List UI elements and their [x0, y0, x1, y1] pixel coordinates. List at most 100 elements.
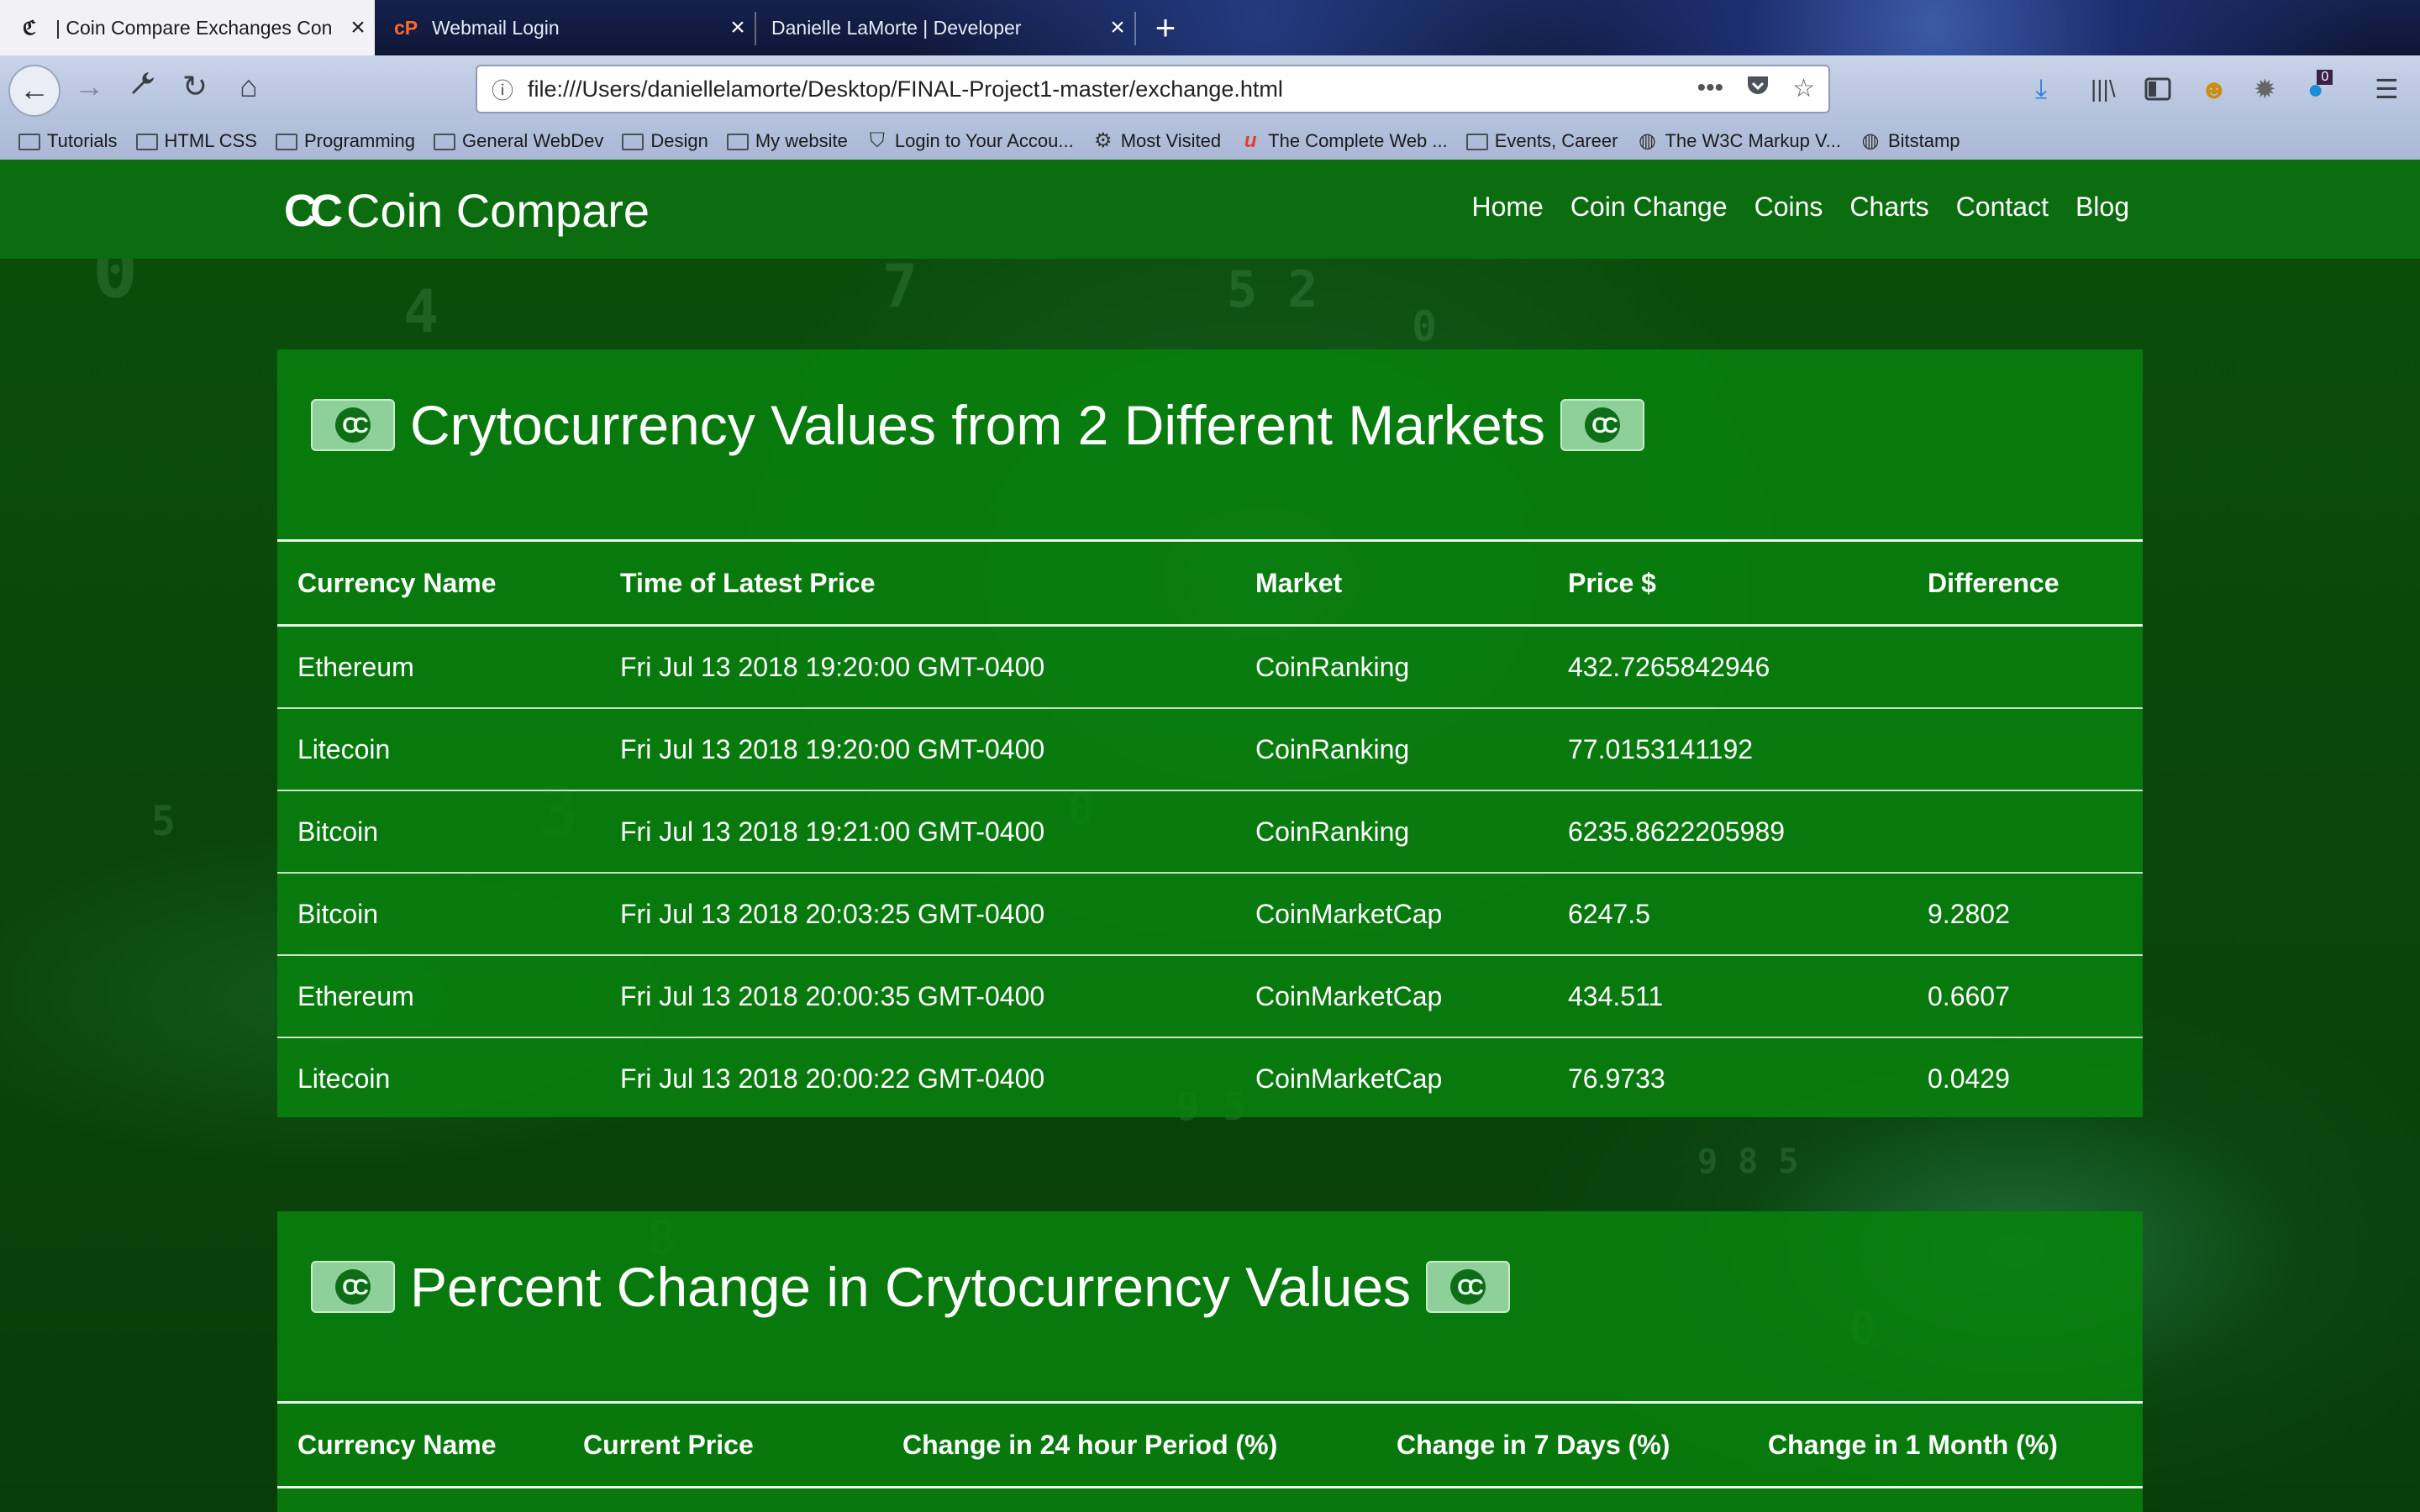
folder-icon: [726, 134, 749, 150]
nav-link-contact[interactable]: Contact: [1956, 192, 2049, 223]
bookmark-login-account[interactable]: ⛉ Login to Your Accou...: [866, 130, 1074, 152]
background-digit-decoration: 9 8 5: [1697, 1142, 1799, 1181]
background-digit-decoration: 5 2: [1227, 260, 1318, 319]
nav-link-charts[interactable]: Charts: [1849, 192, 1928, 223]
extension-gear-icon[interactable]: ✹: [2254, 67, 2276, 111]
cell-time: Fri Jul 13 2018 20:00:35 GMT-0400: [600, 955, 1235, 1038]
bookmark-label: Bitstamp: [1887, 130, 1960, 151]
percent-change-title: Percent Change in Crytocurrency Values: [410, 1256, 1412, 1318]
browser-tab-developer[interactable]: Danielle LaMorte | Developer ×: [756, 0, 1134, 55]
nav-link-home[interactable]: Home: [1471, 192, 1543, 223]
column-header: Currency Name: [277, 1401, 563, 1488]
table-row: Ethereum Fri Jul 13 2018 20:00:35 GMT-04…: [277, 955, 2143, 1038]
cell-difference: 9.2802: [1907, 873, 2143, 956]
column-header: Market: [1235, 539, 1548, 627]
cell-difference: 0.6607: [1907, 955, 2143, 1038]
cell-price: 434.511: [1548, 955, 1907, 1038]
cell-time: Fri Jul 13 2018 20:00:22 GMT-0400: [620, 1063, 1045, 1094]
bookmark-label: Design: [650, 130, 708, 151]
browser-tab-webmail[interactable]: cP Webmail Login ×: [376, 0, 755, 55]
cell-time: Fri Jul 13 2018 19:21:00 GMT-0400: [600, 790, 1235, 874]
browser-tab-coin-compare[interactable]: ℭ | Coin Compare Exchanges Con ×: [0, 0, 375, 55]
new-tab-plus-icon[interactable]: +: [1144, 5, 1186, 50]
close-tab-icon[interactable]: ×: [341, 13, 375, 42]
extension-notification-icon[interactable]: ● 0: [2307, 67, 2339, 111]
cell-currency: Ethereum: [277, 625, 600, 709]
url-text[interactable]: file:///Users/daniellelamorte/Desktop/FI…: [528, 76, 1697, 102]
column-header: Price $: [1548, 539, 1907, 627]
cpanel-favicon-icon: cP: [393, 16, 418, 39]
library-icon[interactable]: |||\: [2091, 67, 2116, 111]
extension-person-icon[interactable]: ☻: [2200, 67, 2228, 111]
money-icon: CC: [311, 399, 395, 451]
cell-currency: Bitcoin: [277, 790, 600, 874]
bookmark-design[interactable]: Design: [622, 130, 708, 152]
folder-icon: [18, 134, 40, 150]
close-tab-icon[interactable]: ×: [721, 13, 755, 42]
bookmark-label: My website: [755, 130, 848, 151]
nav-link-coins[interactable]: Coins: [1754, 192, 1823, 223]
nav-link-blog[interactable]: Blog: [2075, 192, 2129, 223]
site-info-icon[interactable]: ⓘ: [477, 74, 528, 105]
home-icon[interactable]: ⌂: [230, 69, 267, 104]
bookmark-w3c-markup[interactable]: ◍ The W3C Markup V...: [1636, 129, 1841, 152]
cell-price: 6235.8622205989: [1548, 790, 1907, 874]
cell-price: 6247.5: [1548, 873, 1907, 956]
shield-icon: ⛉: [869, 129, 885, 152]
table-row: Ethereum Fri Jul 13 2018 19:20:00 GMT-04…: [277, 625, 2143, 709]
globe-icon: ◍: [1861, 129, 1880, 152]
cell-market: CoinRanking: [1235, 708, 1548, 791]
percent-change-table: Currency Name Current Price Change in 24…: [277, 1401, 2143, 1488]
nav-link-coin-change[interactable]: Coin Change: [1570, 192, 1728, 223]
background-digit-decoration: 5: [151, 798, 176, 845]
tab-title: | Coin Compare Exchanges Con: [55, 16, 333, 39]
downloads-icon[interactable]: ⤓: [2035, 67, 2047, 111]
cell-price: 76.9733: [1568, 1063, 1665, 1094]
forward-arrow-icon[interactable]: →: [71, 69, 108, 104]
back-arrow-icon[interactable]: ←: [8, 65, 60, 117]
background-digit-decoration: 4: [403, 277, 439, 346]
bookmark-star-icon[interactable]: ☆: [1792, 74, 1815, 104]
bookmark-complete-web[interactable]: u The Complete Web ...: [1239, 130, 1448, 152]
bookmark-general-webdev[interactable]: General WebDev: [434, 130, 603, 152]
bookmark-html-css[interactable]: HTML CSS: [135, 130, 257, 152]
bookmark-label: Events, Career: [1494, 130, 1618, 151]
udemy-icon: u: [1244, 129, 1257, 152]
cell-market: CoinRanking: [1235, 625, 1548, 709]
cell-currency: Bitcoin: [277, 873, 600, 956]
tab-title: Danielle LaMorte | Developer: [771, 16, 1022, 39]
bookmark-bitstamp[interactable]: ◍ Bitstamp: [1860, 130, 1960, 152]
page-viewport: 0 4 7 5 2 0 3 0 5 9 5 8 9 8 5 0 CC Coin …: [0, 160, 2420, 1512]
exchange-values-card: CC Crytocurrency Values from 2 Different…: [277, 349, 2143, 1117]
column-header: Difference: [1907, 539, 2143, 627]
bookmark-most-visited[interactable]: ⚙ Most Visited: [1092, 130, 1221, 152]
coin-compare-logo-icon: CC: [284, 185, 343, 236]
site-brand[interactable]: CC Coin Compare: [284, 183, 650, 238]
address-bar[interactable]: ⓘ file:///Users/daniellelamorte/Desktop/…: [476, 65, 1830, 113]
bookmark-my-website[interactable]: My website: [726, 130, 848, 152]
table-row: Litecoin Fri Jul 13 2018 20:00:22 GMT-04…: [277, 1037, 2143, 1119]
money-icon: CC: [1560, 399, 1645, 451]
tab-title: Webmail Login: [432, 16, 560, 39]
money-icon: CC: [1426, 1261, 1511, 1313]
column-header: Current Price: [563, 1401, 882, 1488]
notification-count-badge: 0: [2317, 70, 2333, 85]
table-row: Bitcoin Fri Jul 13 2018 20:03:25 GMT-040…: [277, 873, 2143, 956]
cell-difference: [1907, 625, 2143, 709]
reload-icon[interactable]: ↻: [176, 69, 213, 104]
browser-tab-bar: ℭ | Coin Compare Exchanges Con × cP Webm…: [0, 0, 2420, 55]
close-tab-icon[interactable]: ×: [1101, 13, 1134, 42]
wrench-icon[interactable]: [124, 69, 161, 105]
bookmark-events-career[interactable]: Events, Career: [1465, 130, 1618, 152]
bookmark-programming[interactable]: Programming: [275, 130, 416, 152]
sidebar-icon[interactable]: [2144, 67, 2171, 111]
column-header: Time of Latest Price: [600, 539, 1235, 627]
folder-icon: [275, 134, 297, 150]
pocket-icon[interactable]: [1745, 74, 1770, 104]
cell-currency: Ethereum: [277, 955, 600, 1038]
bookmark-label: Programming: [303, 130, 416, 151]
page-actions-ellipsis-icon[interactable]: •••: [1697, 74, 1724, 104]
hamburger-menu-icon[interactable]: ☰: [2375, 67, 2399, 111]
globe-icon: ◍: [1638, 129, 1656, 152]
bookmark-tutorials[interactable]: Tutorials: [18, 130, 118, 152]
